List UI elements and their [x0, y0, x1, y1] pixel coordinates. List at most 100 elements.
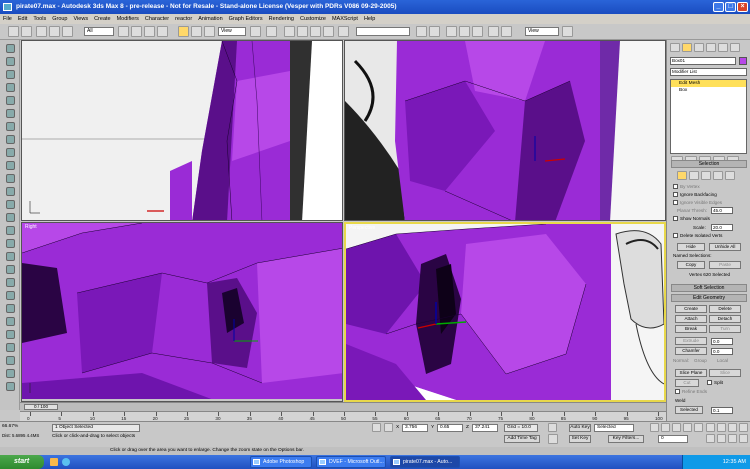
attach-button[interactable]: Attach — [675, 315, 707, 323]
tool-icon-22[interactable] — [6, 317, 15, 326]
rect-selection-icon[interactable] — [144, 26, 155, 37]
goto-end-icon[interactable] — [694, 423, 703, 432]
tool-icon-9[interactable] — [6, 148, 15, 157]
time-slider-thumb[interactable]: 0 / 100 — [24, 404, 58, 410]
fov-icon[interactable] — [706, 434, 715, 443]
ignore-visible-edges-checkbox[interactable]: Ignore Visible Edges — [673, 200, 722, 206]
tool-icon-10[interactable] — [6, 161, 15, 170]
menu-file[interactable]: File — [0, 14, 15, 24]
detach-button[interactable]: Detach — [709, 315, 741, 323]
percent-snap-icon[interactable] — [310, 26, 321, 37]
turn-button[interactable]: Turn — [709, 325, 741, 333]
slice-plane-button[interactable]: Slice Plane — [675, 369, 707, 377]
key-filters-button[interactable]: Key Filters... — [608, 435, 644, 443]
rollout-soft-selection[interactable]: Soft Selection — [671, 284, 747, 292]
schematic-view-icon[interactable] — [472, 26, 483, 37]
material-editor-icon[interactable] — [488, 26, 499, 37]
chamfer-spinner[interactable]: 0.0 — [711, 348, 733, 355]
absolute-mode-icon[interactable] — [384, 423, 393, 432]
task-outlook[interactable]: DVEF - Microsoft Outl... — [316, 456, 386, 468]
create-tab-icon[interactable] — [670, 43, 680, 52]
rollout-selection[interactable]: Selection — [671, 160, 747, 168]
play-icon[interactable] — [672, 423, 681, 432]
viewport-top-right[interactable] — [344, 40, 666, 221]
next-frame-icon[interactable] — [683, 423, 692, 432]
object-color-swatch[interactable] — [739, 57, 747, 65]
planar-thresh-spinner[interactable]: 45.0 — [711, 207, 733, 214]
tool-icon-2[interactable] — [6, 57, 15, 66]
key-mode-select[interactable]: Selected — [594, 424, 634, 432]
tool-icon-25[interactable] — [6, 356, 15, 365]
tool-icon-27[interactable] — [6, 382, 15, 391]
utilities-tab-icon[interactable] — [730, 43, 740, 52]
key-icon[interactable] — [548, 434, 558, 444]
y-coordinate-field[interactable]: 0.65 — [437, 424, 463, 432]
add-time-tag-button[interactable]: Add Time Tag — [504, 435, 540, 443]
current-frame-field[interactable]: 0 — [658, 435, 688, 443]
viewport-right[interactable]: Right — [21, 222, 343, 402]
curve-editor-icon[interactable] — [459, 26, 470, 37]
menu-views[interactable]: Views — [71, 14, 92, 24]
vertex-mode-icon[interactable] — [677, 171, 687, 180]
tool-icon-6[interactable] — [6, 109, 15, 118]
pan-icon[interactable] — [717, 434, 726, 443]
render-scene-icon[interactable] — [501, 26, 512, 37]
minimize-button[interactable]: _ — [713, 2, 724, 12]
ref-coord-select[interactable]: View — [218, 27, 246, 36]
select-object-icon[interactable] — [118, 26, 129, 37]
menu-tools[interactable]: Tools — [30, 14, 49, 24]
spinner-snap-icon[interactable] — [323, 26, 334, 37]
close-button[interactable]: × — [737, 2, 748, 12]
weld-selected-button[interactable]: Selected — [675, 406, 703, 414]
menu-graph-editors[interactable]: Graph Editors — [226, 14, 266, 24]
snaps-toggle-icon[interactable] — [284, 26, 295, 37]
viewport-top-left[interactable] — [21, 40, 343, 221]
rollout-edit-geometry[interactable]: Edit Geometry — [671, 294, 747, 302]
task-photoshop[interactable]: Adobe Photoshop — [250, 456, 312, 468]
scale-spinner[interactable]: 20.0 — [711, 224, 733, 231]
undo-icon[interactable] — [8, 26, 19, 37]
tool-icon-20[interactable] — [6, 291, 15, 300]
hide-button[interactable]: Hide — [677, 243, 705, 251]
menu-maxscript[interactable]: MAXScript — [329, 14, 361, 24]
render-type-select[interactable]: View — [525, 27, 559, 36]
zoom-extents-icon[interactable] — [728, 423, 737, 432]
arc-rotate-icon[interactable] — [728, 434, 737, 443]
refine-ends-checkbox[interactable]: Refine Ends — [675, 389, 707, 395]
menu-customize[interactable]: Customize — [297, 14, 329, 24]
task-3dsmax[interactable]: pirate07.max - Auto... — [390, 456, 460, 468]
tool-icon-18[interactable] — [6, 265, 15, 274]
zoom-icon[interactable] — [706, 423, 715, 432]
set-key-button[interactable]: Set Key — [569, 435, 591, 443]
maximize-viewport-icon[interactable] — [739, 434, 748, 443]
extrude-button[interactable]: Extrude — [675, 337, 707, 345]
cut-button[interactable]: Cut — [675, 379, 699, 387]
hierarchy-tab-icon[interactable] — [694, 43, 704, 52]
align-icon[interactable] — [429, 26, 440, 37]
slice-button[interactable]: Slice — [709, 369, 741, 377]
layer-manager-icon[interactable] — [446, 26, 457, 37]
create-button[interactable]: Create — [675, 305, 707, 313]
group-radio[interactable]: Group — [694, 358, 707, 363]
prev-frame-icon[interactable] — [661, 423, 670, 432]
quicklaunch-icon-2[interactable] — [62, 458, 70, 466]
delete-isolated-checkbox[interactable]: Delete Isolated Verts — [673, 233, 722, 239]
tool-icon-16[interactable] — [6, 239, 15, 248]
angle-snap-icon[interactable] — [297, 26, 308, 37]
tool-icon-24[interactable] — [6, 343, 15, 352]
bind-space-warp-icon[interactable] — [62, 26, 73, 37]
z-coordinate-field[interactable]: 37.241 — [472, 424, 498, 432]
unlink-icon[interactable] — [49, 26, 60, 37]
menu-rendering[interactable]: Rendering — [266, 14, 297, 24]
local-radio[interactable]: Local — [717, 358, 728, 363]
tool-icon-8[interactable] — [6, 135, 15, 144]
select-and-scale-icon[interactable] — [204, 26, 215, 37]
menu-character[interactable]: Character — [142, 14, 172, 24]
unhide-all-button[interactable]: Unhide All — [709, 243, 741, 251]
select-and-move-icon[interactable] — [178, 26, 189, 37]
edit-named-sel-icon[interactable] — [338, 26, 349, 37]
tool-icon-21[interactable] — [6, 304, 15, 313]
delete-button[interactable]: Delete — [709, 305, 741, 313]
quick-render-icon[interactable] — [562, 26, 573, 37]
time-slider[interactable]: 0 / 100 — [20, 402, 666, 411]
